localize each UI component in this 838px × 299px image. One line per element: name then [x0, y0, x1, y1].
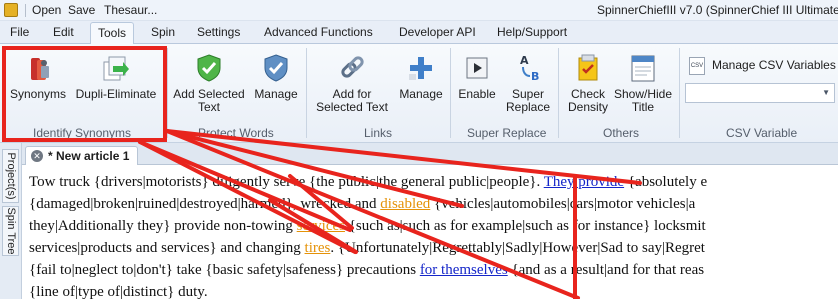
- tab-developer-api[interactable]: Developer API: [399, 25, 476, 39]
- green-shield-check-icon: [197, 54, 221, 82]
- spin-tree-side-tab[interactable]: Spin Tree: [2, 206, 19, 256]
- csv-file-icon: CSV: [689, 57, 705, 75]
- manage-csv-variables-button[interactable]: Manage CSV Variables: [712, 58, 836, 72]
- a-to-b-replace-icon: A B: [520, 54, 539, 83]
- blue-shield-icon: [264, 54, 288, 82]
- link-keyword[interactable]: They provide: [544, 174, 624, 190]
- ribbon-tab-row: File Edit Tools Spin Settings Advanced F…: [0, 21, 838, 45]
- tab-tools[interactable]: Tools: [90, 22, 135, 45]
- link-keyword[interactable]: for themselves: [420, 262, 508, 278]
- spintax-text: {damaged|broken|ruined|destroyed|harmed}…: [29, 196, 381, 212]
- tab-settings[interactable]: Settings: [197, 25, 240, 39]
- tab-advanced-functions[interactable]: Advanced Functions: [264, 25, 373, 39]
- spintax-text: {absolutely e: [624, 174, 708, 190]
- spintax-text: {fail to|neglect to|don't} take {basic s…: [29, 262, 420, 278]
- links-manage-button[interactable]: Manage: [396, 52, 446, 101]
- chevron-down-icon[interactable]: ▼: [822, 88, 830, 97]
- document-tab[interactable]: ✕ * New article 1: [25, 146, 138, 165]
- article-text-line: {damaged|broken|ruined|destroyed|harmed}…: [29, 196, 695, 213]
- spintax-text: {and as a result|and for that reas: [507, 262, 705, 278]
- chain-link-icon: [341, 56, 364, 78]
- svg-text:A: A: [520, 54, 529, 67]
- protect-words-manage-button[interactable]: Manage: [250, 52, 302, 101]
- save-quick-button[interactable]: Save: [68, 3, 95, 17]
- tab-edit[interactable]: Edit: [53, 25, 74, 39]
- article-text-line: {line of|type of|distinct} duty.: [29, 284, 208, 299]
- spintax-text: . {Unfortunately|Regrettably|Sadly|Howev…: [330, 240, 705, 256]
- side-panel: Project(s) Spin Tree: [0, 143, 22, 299]
- spintax-text: {vehicles|automobiles|cars|motor vehicle…: [430, 196, 696, 212]
- spintax-text: services|products and services} and chan…: [29, 240, 305, 256]
- title-bar: Open Save Thesaur... SpinnerChiefIII v7.…: [0, 0, 838, 21]
- plus-icon: [409, 57, 432, 80]
- spintax-text: {line of|type of|distinct} duty.: [29, 284, 208, 299]
- article-text-line: they|Additionally they} provide non-towi…: [29, 218, 706, 235]
- app-icon: [4, 3, 18, 17]
- csv-variable-group-label: CSV Variable: [726, 126, 798, 140]
- check-density-label-line2: Density: [567, 100, 608, 114]
- protected-keyword[interactable]: tires: [305, 240, 331, 256]
- csv-variable-dropdown[interactable]: ▼: [685, 83, 835, 103]
- annotation-highlight-box: [2, 46, 167, 142]
- ribbon-group-separator: [679, 48, 680, 138]
- tab-spin[interactable]: Spin: [151, 25, 175, 39]
- super-replace-label-line2: Replace: [505, 100, 551, 114]
- show-hide-title-label-line2: Title: [631, 100, 655, 114]
- spintax-text: Tow truck {drivers|motorists} diligently…: [29, 174, 544, 190]
- links-group-label: Links: [364, 126, 393, 140]
- document-tab-title: * New article 1: [48, 149, 130, 163]
- tab-help-support[interactable]: Help/Support: [497, 25, 567, 39]
- check-density-button[interactable]: Check Density: [562, 52, 614, 114]
- protected-keyword[interactable]: disabled: [380, 196, 430, 212]
- svg-text:B: B: [531, 70, 539, 83]
- spin-tree-side-tab-label: Spin Tree: [4, 207, 17, 255]
- protect-words-group-label: Protect Words: [198, 126, 274, 140]
- ribbon-group-separator: [450, 48, 451, 138]
- article-editor[interactable]: Tow truck {drivers|motorists} diligently…: [23, 166, 838, 299]
- ribbon-group-separator: [306, 48, 307, 138]
- window-title: SpinnerChiefIII v7.0 (SpinnerChief III U…: [597, 3, 838, 17]
- ribbon-group-separator: [167, 48, 168, 138]
- super-replace-group-label: Super Replace: [467, 126, 547, 140]
- article-text-line: Tow truck {drivers|motorists} diligently…: [29, 174, 707, 191]
- article-text-line: services|products and services} and chan…: [29, 240, 705, 257]
- document-tab-strip: ✕ * New article 1: [22, 143, 838, 165]
- add-selected-text-label-line2: Text: [197, 100, 220, 114]
- tab-file[interactable]: File: [10, 25, 29, 39]
- add-selected-text-button[interactable]: Add Selected Text: [170, 52, 248, 114]
- spintax-text: they|Additionally they} provide non-towi…: [29, 218, 297, 234]
- protected-keyword[interactable]: services: [297, 218, 345, 234]
- show-hide-title-button[interactable]: Show/Hide Title: [614, 52, 672, 114]
- add-for-selected-text-label-line2: Selected Text: [316, 100, 388, 114]
- quick-access-separator: [25, 4, 26, 17]
- open-quick-button[interactable]: Open: [32, 3, 61, 17]
- enable-label: Enable: [458, 87, 496, 101]
- check-density-icon: [578, 54, 598, 81]
- ribbon-group-separator: [558, 48, 559, 138]
- others-group-label: Others: [603, 126, 640, 140]
- projects-side-tab[interactable]: Project(s): [2, 149, 19, 203]
- super-replace-enable-button[interactable]: Enable: [454, 52, 500, 101]
- protect-words-manage-label: Manage: [254, 87, 298, 101]
- close-icon[interactable]: ✕: [31, 150, 43, 162]
- spintax-text: {such as|such as for example|such as for…: [344, 218, 706, 234]
- article-text-line: {fail to|neglect to|don't} take {basic s…: [29, 262, 704, 279]
- add-link-selected-text-button[interactable]: Add for Selected Text: [310, 52, 394, 114]
- play-icon: [466, 57, 488, 79]
- super-replace-button[interactable]: A B Super Replace: [502, 52, 554, 114]
- links-manage-label: Manage: [399, 87, 443, 101]
- title-window-icon: [631, 55, 655, 82]
- thesaurus-quick-button[interactable]: Thesaur...: [104, 3, 157, 17]
- projects-side-tab-label: Project(s): [4, 152, 17, 200]
